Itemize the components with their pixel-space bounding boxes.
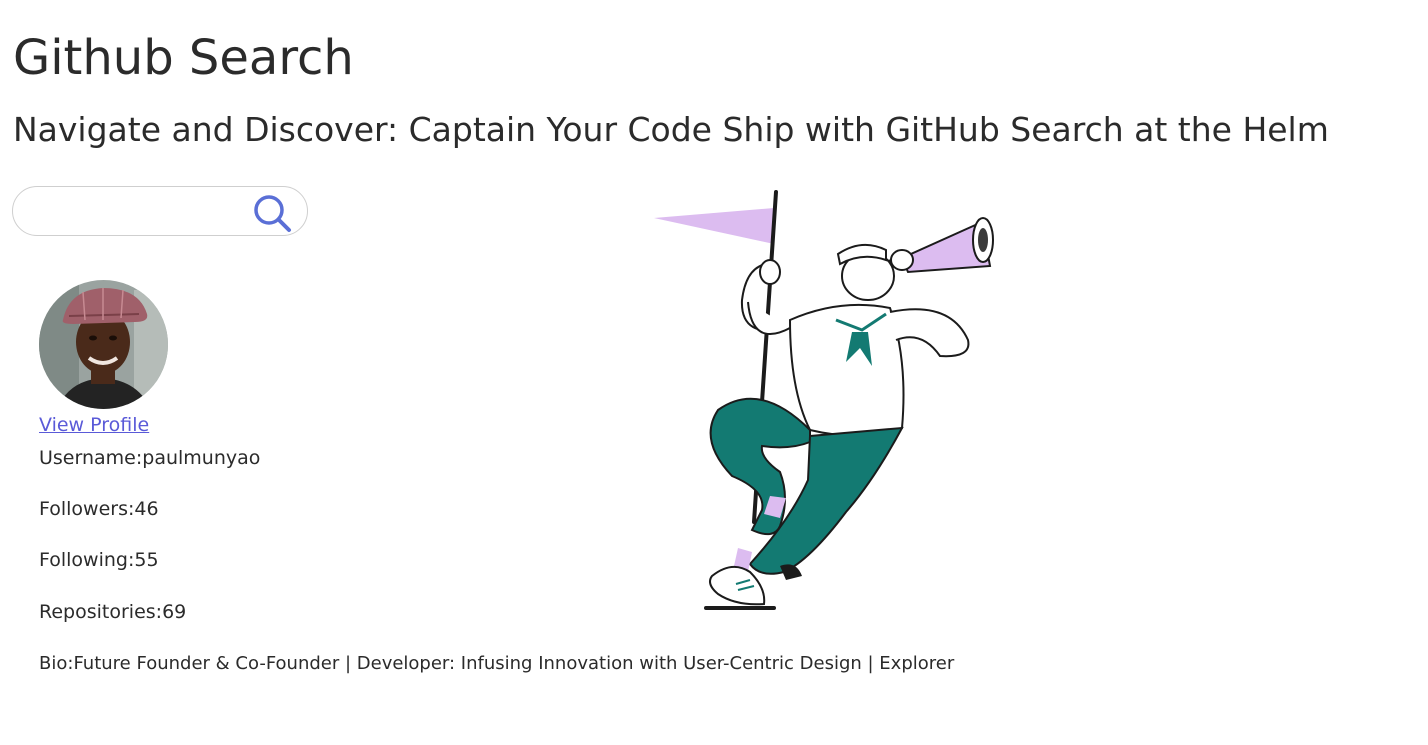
following-row: Following:55 [39, 548, 159, 572]
username-row: Username:paulmunyao [39, 446, 260, 470]
username-value: paulmunyao [142, 447, 261, 469]
sailor-telescope-illustration [654, 190, 994, 610]
search-icon [254, 195, 291, 232]
followers-value: 46 [134, 498, 159, 520]
search-input[interactable] [29, 197, 253, 227]
bio-row: Bio:Future Founder & Co-Founder | Develo… [39, 652, 954, 676]
avatar-image [39, 280, 168, 409]
following-label: Following: [39, 549, 135, 571]
sailor-illustration [640, 180, 1020, 620]
page-subtitle: Navigate and Discover: Captain Your Code… [13, 110, 1329, 149]
search-button[interactable] [249, 191, 295, 233]
bio-label: Bio: [39, 653, 74, 674]
username-label: Username: [39, 447, 143, 469]
repositories-label: Repositories: [39, 601, 163, 623]
view-profile-link[interactable]: View Profile [39, 414, 149, 436]
search-bar [12, 186, 308, 236]
bio-value: Future Founder & Co-Founder | Developer:… [73, 653, 955, 674]
repositories-row: Repositories:69 [39, 600, 186, 624]
page-title: Github Search [13, 30, 354, 86]
repositories-value: 69 [162, 601, 187, 623]
followers-label: Followers: [39, 498, 135, 520]
following-value: 55 [134, 549, 159, 571]
followers-row: Followers:46 [39, 497, 159, 521]
avatar [39, 280, 168, 409]
